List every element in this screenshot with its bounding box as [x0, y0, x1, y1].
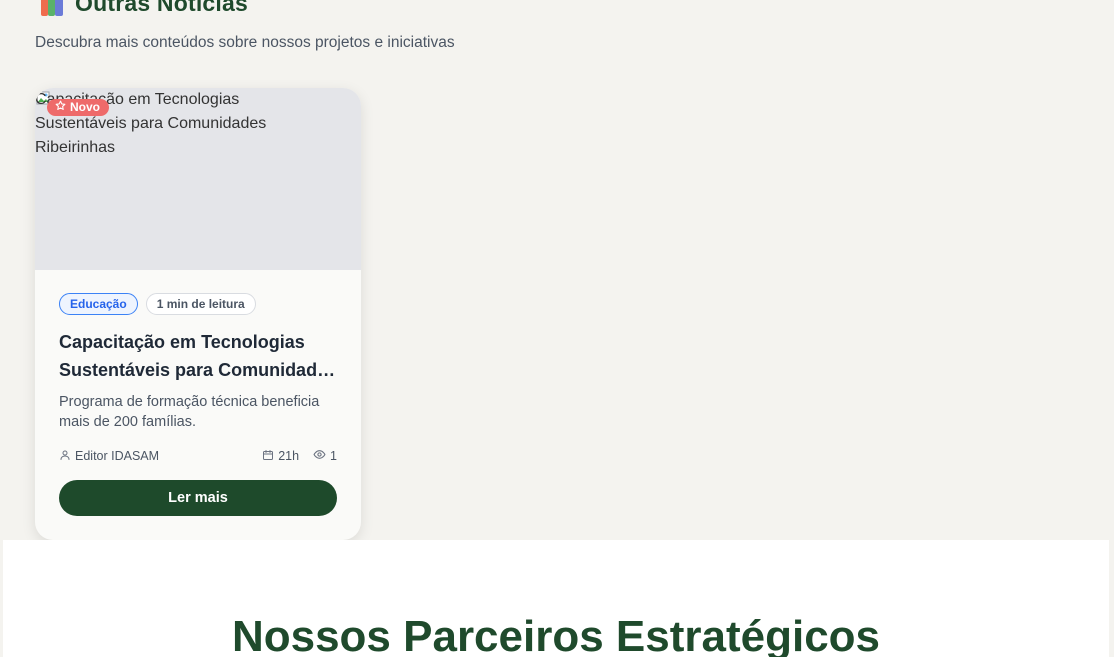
section-subtitle: Descubra mais conteúdos sobre nossos pro… [35, 34, 455, 51]
post-date: 21h [278, 449, 300, 463]
news-card-meta: Editor IDASAM 21h 1 [59, 448, 337, 464]
new-badge-label: Novo [70, 100, 100, 114]
news-card-image[interactable]: Capacitação em Tecnologias Sustentáveis … [35, 88, 361, 270]
user-icon [59, 449, 71, 464]
post-stats: 21h 1 [262, 448, 337, 464]
books-icon [35, 0, 65, 18]
read-time-tag: 1 min de leitura [145, 293, 256, 315]
news-card[interactable]: Capacitação em Tecnologias Sustentáveis … [35, 88, 361, 540]
author-name: Editor IDASAM [75, 449, 160, 463]
category-tag[interactable]: Educação [59, 293, 138, 315]
star-icon [55, 100, 66, 114]
news-card-title[interactable]: Capacitação em Tecnologias Sustentáveis … [59, 328, 341, 384]
other-news-section: Outras Notícias Descubra mais conteúdos … [0, 0, 1114, 540]
author-info: Editor IDASAM [59, 449, 159, 464]
view-count: 1 [330, 449, 337, 463]
card-tags: Educação 1 min de leitura [59, 293, 256, 315]
read-more-button[interactable]: Ler mais [59, 480, 337, 516]
section-title: Outras Notícias [75, 0, 248, 16]
eye-icon [313, 448, 326, 464]
calendar-icon [262, 449, 274, 464]
news-card-excerpt: Programa de formação técnica beneficia m… [59, 394, 320, 430]
partners-section: Nossos Parceiros Estratégicos [3, 540, 1109, 657]
section-heading: Outras Notícias [35, 0, 248, 18]
partners-title: Nossos Parceiros Estratégicos [231, 612, 881, 657]
new-badge: Novo [47, 99, 109, 116]
